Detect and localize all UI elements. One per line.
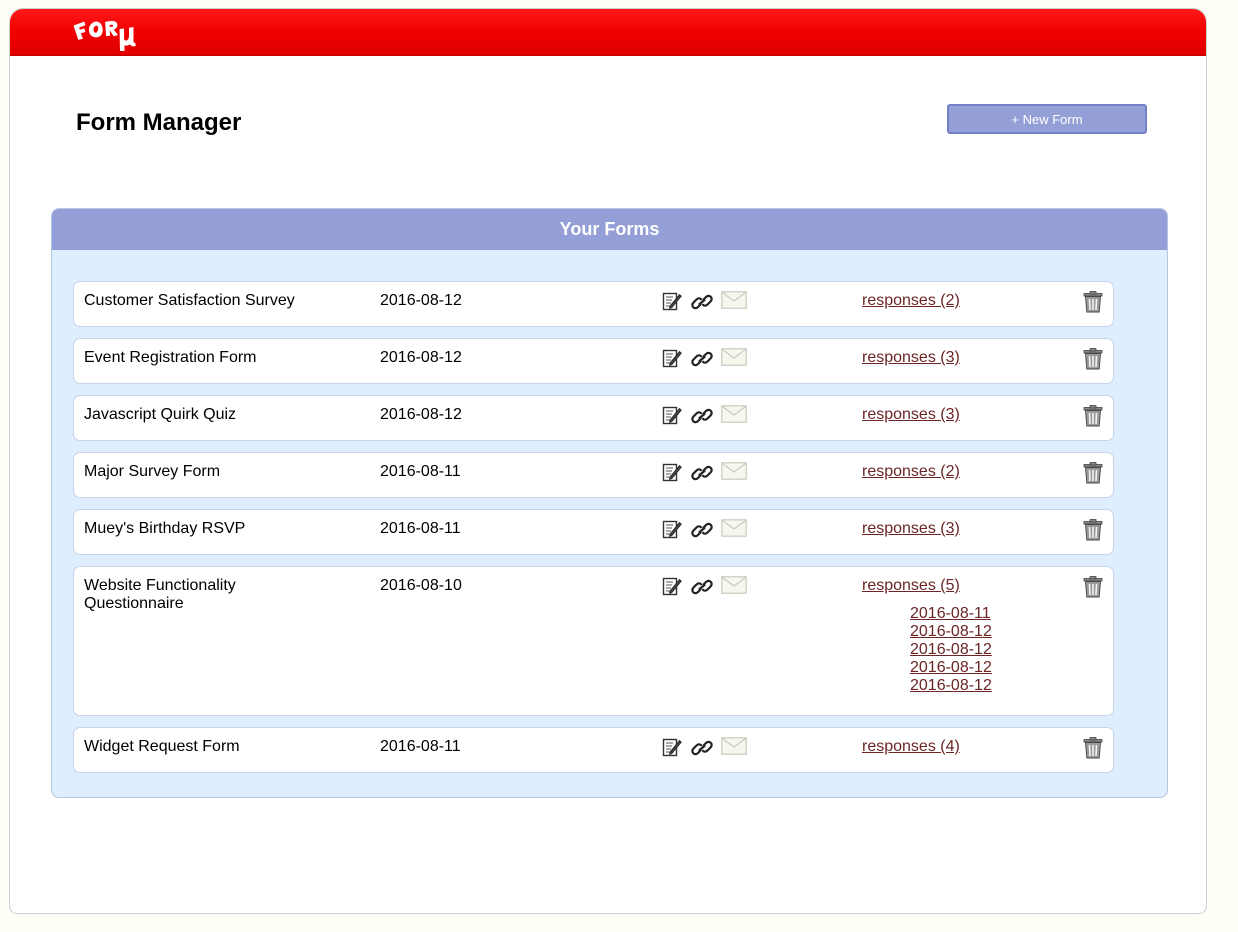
form-row: Website Functionality Questionnaire 2016… <box>73 566 1114 716</box>
form-name: Major Survey Form <box>84 463 221 480</box>
form-name: Muey's Birthday RSVP <box>84 520 246 537</box>
form-row: Muey's Birthday RSVP 2016-08-11 response… <box>73 509 1114 555</box>
responses-link[interactable]: responses (3) <box>862 406 960 424</box>
top-bar <box>10 9 1206 56</box>
form-name: Event Registration Form <box>84 349 257 366</box>
responses-link[interactable]: responses (4) <box>862 738 960 756</box>
responses-link[interactable]: responses (2) <box>862 463 960 481</box>
form-date: 2016-08-11 <box>380 463 461 480</box>
new-form-button[interactable]: + New Form <box>947 104 1147 134</box>
form-date: 2016-08-11 <box>380 520 461 537</box>
responses-link[interactable]: responses (3) <box>862 520 960 538</box>
form-name: Website Functionality Questionnaire <box>84 577 236 612</box>
forms-panel: Your Forms Customer Satisfaction Survey … <box>51 208 1168 798</box>
link-icon[interactable] <box>691 406 713 426</box>
form-row: Event Registration Form 2016-08-12 respo… <box>73 338 1114 384</box>
edit-icon[interactable] <box>662 576 682 596</box>
form-name: Customer Satisfaction Survey <box>84 292 295 309</box>
edit-icon[interactable] <box>662 462 682 482</box>
trash-icon[interactable] <box>1083 291 1103 313</box>
trash-icon[interactable] <box>1083 576 1103 598</box>
trash-icon[interactable] <box>1083 405 1103 427</box>
link-icon[interactable] <box>691 463 713 483</box>
form-name: Javascript Quirk Quiz <box>84 406 237 423</box>
edit-icon[interactable] <box>662 348 682 368</box>
edit-icon[interactable] <box>662 519 682 539</box>
edit-icon[interactable] <box>662 291 682 311</box>
form-row: Customer Satisfaction Survey 2016-08-12 … <box>73 281 1114 327</box>
form-date: 2016-08-12 <box>380 292 462 309</box>
trash-icon[interactable] <box>1083 519 1103 541</box>
mail-icon[interactable] <box>721 291 747 309</box>
response-date-link[interactable]: 2016-08-12 <box>910 641 992 659</box>
form-date: 2016-08-12 <box>380 406 462 423</box>
link-icon[interactable] <box>691 349 713 369</box>
response-date-item: 2016-08-12 <box>910 659 992 677</box>
page-title: Form Manager <box>76 109 242 136</box>
responses-link[interactable]: responses (3) <box>862 349 960 367</box>
responses-link[interactable]: responses (2) <box>862 292 960 310</box>
response-date-item: 2016-08-12 <box>910 677 992 695</box>
link-icon[interactable] <box>691 520 713 540</box>
response-date-link[interactable]: 2016-08-12 <box>910 659 992 677</box>
app-window: Form Manager + New Form Your Forms Custo… <box>9 8 1207 914</box>
edit-icon[interactable] <box>662 737 682 757</box>
form-row: Widget Request Form 2016-08-11 responses… <box>73 727 1114 773</box>
trash-icon[interactable] <box>1083 737 1103 759</box>
mail-icon[interactable] <box>721 737 747 755</box>
response-date-link[interactable]: 2016-08-12 <box>910 677 992 695</box>
form-date: 2016-08-12 <box>380 349 462 366</box>
form-row: Javascript Quirk Quiz 2016-08-12 respons… <box>73 395 1114 441</box>
mail-icon[interactable] <box>721 462 747 480</box>
response-date-item: 2016-08-11 <box>910 605 992 623</box>
link-icon[interactable] <box>691 292 713 312</box>
mail-icon[interactable] <box>721 519 747 537</box>
mail-icon[interactable] <box>721 576 747 594</box>
mail-icon[interactable] <box>721 348 747 366</box>
form-name: Widget Request Form <box>84 738 240 755</box>
logo <box>73 20 136 51</box>
trash-icon[interactable] <box>1083 462 1103 484</box>
form-date: 2016-08-10 <box>380 577 462 594</box>
link-icon[interactable] <box>691 577 713 597</box>
response-date-item: 2016-08-12 <box>910 641 992 659</box>
form-row: Major Survey Form 2016-08-11 responses (… <box>73 452 1114 498</box>
trash-icon[interactable] <box>1083 348 1103 370</box>
response-date-link[interactable]: 2016-08-12 <box>910 623 992 641</box>
panel-title: Your Forms <box>52 209 1167 250</box>
link-icon[interactable] <box>691 738 713 758</box>
response-date-link[interactable]: 2016-08-11 <box>910 605 992 623</box>
mail-icon[interactable] <box>721 405 747 423</box>
edit-icon[interactable] <box>662 405 682 425</box>
form-date: 2016-08-11 <box>380 738 461 755</box>
response-dates-list: 2016-08-11 2016-08-12 2016-08-12 2016-08-12… <box>910 605 992 695</box>
response-date-item: 2016-08-12 <box>910 623 992 641</box>
responses-link[interactable]: responses (5) <box>862 577 960 595</box>
